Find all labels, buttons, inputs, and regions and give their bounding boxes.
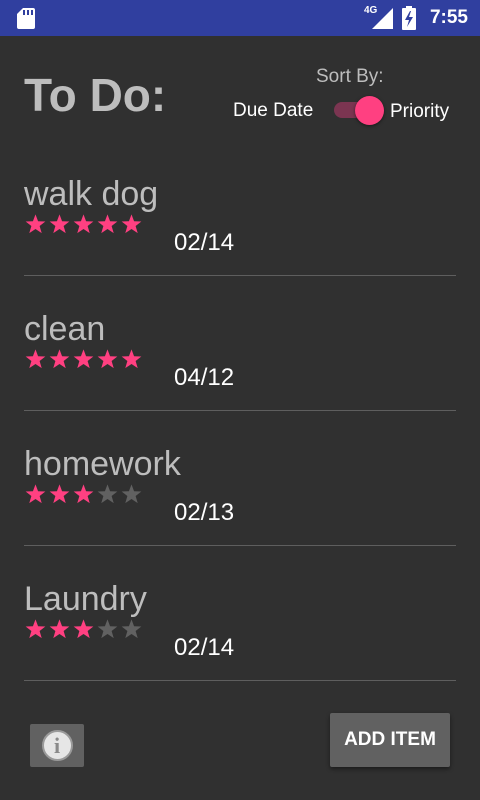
priority-label: Priority: [390, 101, 450, 122]
todo-item-name: Laundry: [24, 580, 147, 618]
star-filled-icon[interactable]: [48, 348, 71, 370]
todo-item[interactable]: homework 02/13: [24, 445, 456, 546]
sd-card-icon: [17, 8, 35, 29]
sort-by-label: Sort By:: [316, 66, 384, 87]
star-filled-icon[interactable]: [72, 213, 95, 235]
star-filled-icon[interactable]: [96, 348, 119, 370]
status-bar: 4G 7:55: [0, 0, 480, 36]
battery-charging-icon: [401, 6, 416, 30]
star-filled-icon[interactable]: [24, 618, 47, 640]
star-filled-icon[interactable]: [72, 618, 95, 640]
todo-item-name: clean: [24, 310, 106, 348]
sort-toggle[interactable]: [334, 96, 386, 125]
star-filled-icon[interactable]: [48, 483, 71, 505]
page-title: To Do:: [24, 69, 167, 121]
todo-item-date: 02/13: [174, 499, 235, 526]
star-filled-icon[interactable]: [96, 213, 119, 235]
priority-rating[interactable]: [24, 213, 143, 235]
star-empty-icon[interactable]: [120, 618, 143, 640]
star-empty-icon[interactable]: [96, 618, 119, 640]
priority-rating[interactable]: [24, 348, 143, 370]
priority-rating[interactable]: [24, 483, 143, 505]
due-date-label: Due Date: [233, 100, 314, 121]
toggle-thumb[interactable]: [355, 96, 384, 125]
star-filled-icon[interactable]: [24, 348, 47, 370]
todo-item-date: 02/14: [174, 229, 235, 256]
priority-rating[interactable]: [24, 618, 143, 640]
star-filled-icon[interactable]: [48, 618, 71, 640]
star-filled-icon[interactable]: [120, 348, 143, 370]
signal-icon: [371, 8, 393, 29]
star-filled-icon[interactable]: [24, 483, 47, 505]
clock: 7:55: [429, 7, 468, 28]
star-filled-icon[interactable]: [24, 213, 47, 235]
todo-item[interactable]: clean 04/12: [24, 310, 456, 411]
todo-item-date: 02/14: [174, 634, 235, 661]
info-icon: i: [41, 730, 73, 761]
todo-item[interactable]: walk dog 02/14: [24, 175, 456, 276]
add-item-button[interactable]: ADD ITEM: [330, 713, 450, 767]
todo-item-name: homework: [24, 445, 181, 483]
star-filled-icon[interactable]: [48, 213, 71, 235]
star-empty-icon[interactable]: [96, 483, 119, 505]
info-button[interactable]: i: [30, 724, 84, 767]
todo-item-name: walk dog: [24, 175, 159, 213]
todo-item-date: 04/12: [174, 364, 235, 391]
star-filled-icon[interactable]: [72, 348, 95, 370]
star-empty-icon[interactable]: [120, 483, 143, 505]
star-filled-icon[interactable]: [72, 483, 95, 505]
star-filled-icon[interactable]: [120, 213, 143, 235]
todo-item[interactable]: Laundry 02/14: [24, 580, 456, 681]
